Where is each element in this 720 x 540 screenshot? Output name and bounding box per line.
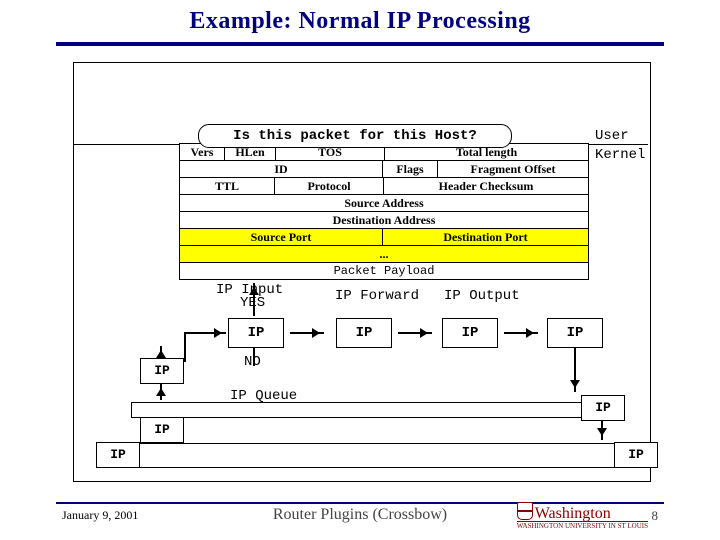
page-number: 8 [652,508,659,524]
hdr-src-addr: Source Address [180,195,588,212]
decision-question: Is this packet for this Host? [198,124,512,148]
hdr-ellipsis: ... [180,246,588,263]
arrow-yes-up [253,283,255,316]
ip-forward-label: IP Forward [335,288,419,304]
ipbox-1: IP [228,318,284,348]
ipbox-queue-right: IP [581,395,625,421]
arrow-ip4-down [574,348,576,392]
ip-output-label: IP Output [444,288,520,304]
hdr-protocol: Protocol [275,178,384,195]
ip-queue-bar [131,402,603,418]
hdr-id: ID [180,161,383,178]
slide-title: Example: Normal IP Processing [0,8,720,35]
hdr-checksum: Header Checksum [384,178,588,195]
hdr-frag-offset: Fragment Offset [438,161,588,178]
ipbox-3: IP [442,318,498,348]
ipbox-dd-left: IP [96,442,140,468]
hdr-dst-addr: Destination Address [180,212,588,229]
hdr-payload: Packet Payload [180,263,588,280]
device-driver-bar [98,443,630,468]
arrow-up-smallleft [160,346,162,356]
hdr-ttl: TTL [180,178,275,195]
ipbox-small-left: IP [140,358,184,384]
arrow-dd-down-right [601,420,603,440]
shield-icon [517,502,533,520]
title-rule [56,42,664,46]
arrow-no-down [253,348,255,366]
ipbox-4: IP [547,318,603,348]
arrow-ip-to-ip2 [290,332,324,334]
footer-uni-name: Washington [535,505,611,522]
hdr-flags: Flags [383,161,438,178]
arrow-queue-to-small [160,384,162,400]
hdr-dst-port: Destination Port [383,229,588,246]
footer-uni-sub: WASHINGTON UNIVERSITY IN ST LOUIS [517,521,648,530]
arrow-ip2-to-ip3 [398,332,432,334]
arrow-ip3-to-ip4 [504,332,538,334]
ipbox-dd-right: IP [614,442,658,468]
arrow-smallleft-to-ip1 [184,332,226,334]
hdr-src-port: Source Port [180,229,383,246]
kernel-label: Kernel [595,147,645,163]
ip-header-table: Vers HLen TOS Total length ID Flags Frag… [179,143,589,280]
footer-university: Washington WASHINGTON UNIVERSITY IN ST L… [517,502,648,530]
user-label: User [595,128,629,144]
ipbox-queue-left: IP [140,417,184,443]
arrow-smallleft-vert [184,332,186,362]
ipbox-2: IP [336,318,392,348]
